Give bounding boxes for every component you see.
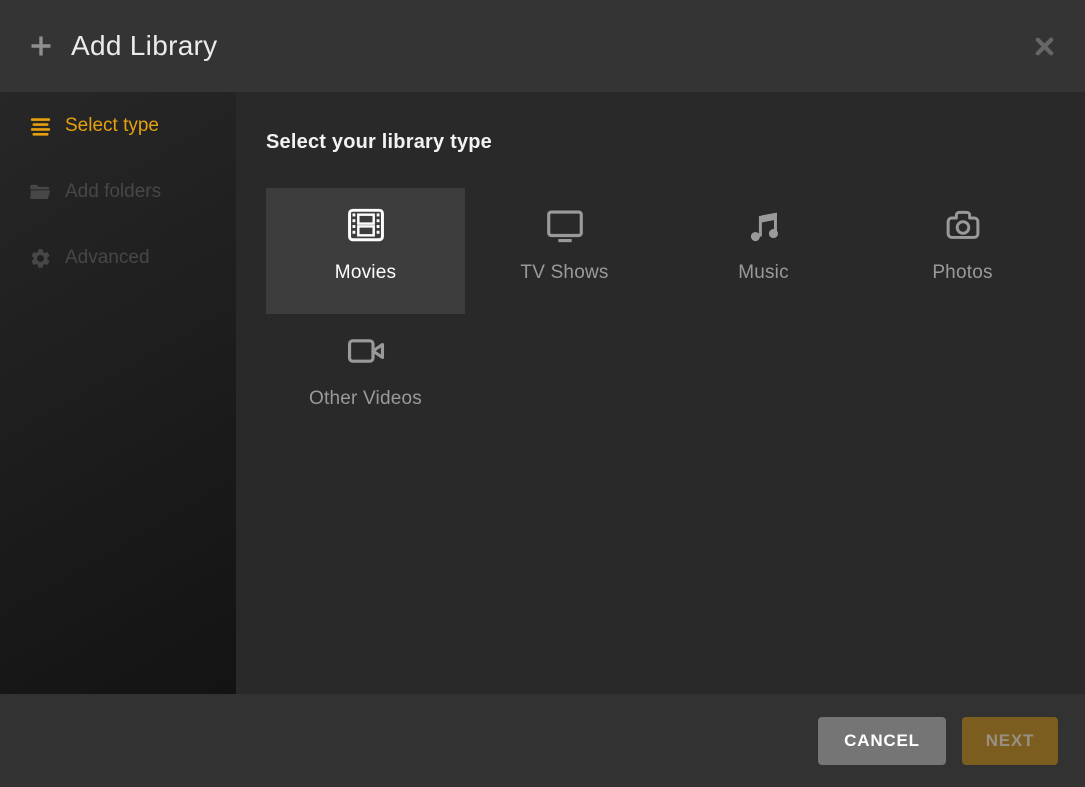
folder-icon [28,180,52,204]
tile-label: Music [738,262,789,284]
tile-label: Other Videos [309,388,422,410]
library-type-music[interactable]: Music [664,188,863,314]
tile-label: TV Shows [520,262,608,284]
video-camera-icon [345,329,387,373]
sidebar: Select type Add folders Advanced [0,92,236,694]
music-note-icon [743,203,785,247]
content-heading: Select your library type [266,131,1085,154]
cancel-button[interactable]: CANCEL [818,717,946,765]
plus-icon [28,33,54,59]
dialog-title: Add Library [71,30,218,62]
dialog-body: Select type Add folders Advanced [0,92,1085,694]
next-button[interactable]: NEXT [962,717,1058,765]
library-type-movies[interactable]: Movies [266,188,465,314]
close-button[interactable] [1029,31,1060,62]
sidebar-item-label: Add folders [65,181,161,203]
library-type-photos[interactable]: Photos [863,188,1062,314]
tile-label: Photos [932,262,992,284]
library-type-grid: Movies TV Shows [266,188,1063,440]
main-content: Select your library type [236,92,1085,694]
add-library-dialog: Add Library Select type Add folde [0,0,1085,787]
tile-label: Movies [335,262,396,284]
camera-icon [942,203,984,247]
list-icon [28,115,52,138]
film-icon [345,203,387,247]
library-type-tv-shows[interactable]: TV Shows [465,188,664,314]
sidebar-item-add-folders[interactable]: Add folders [0,172,236,212]
dialog-footer: CANCEL NEXT [0,694,1085,787]
sidebar-item-label: Select type [65,115,159,137]
sidebar-item-advanced[interactable]: Advanced [0,238,236,278]
library-type-other-videos[interactable]: Other Videos [266,314,465,440]
tv-icon [544,203,586,247]
gear-icon [28,247,52,270]
sidebar-item-label: Advanced [65,247,150,269]
sidebar-item-select-type[interactable]: Select type [0,106,236,146]
close-icon [1033,35,1056,58]
dialog-header: Add Library [0,0,1085,92]
